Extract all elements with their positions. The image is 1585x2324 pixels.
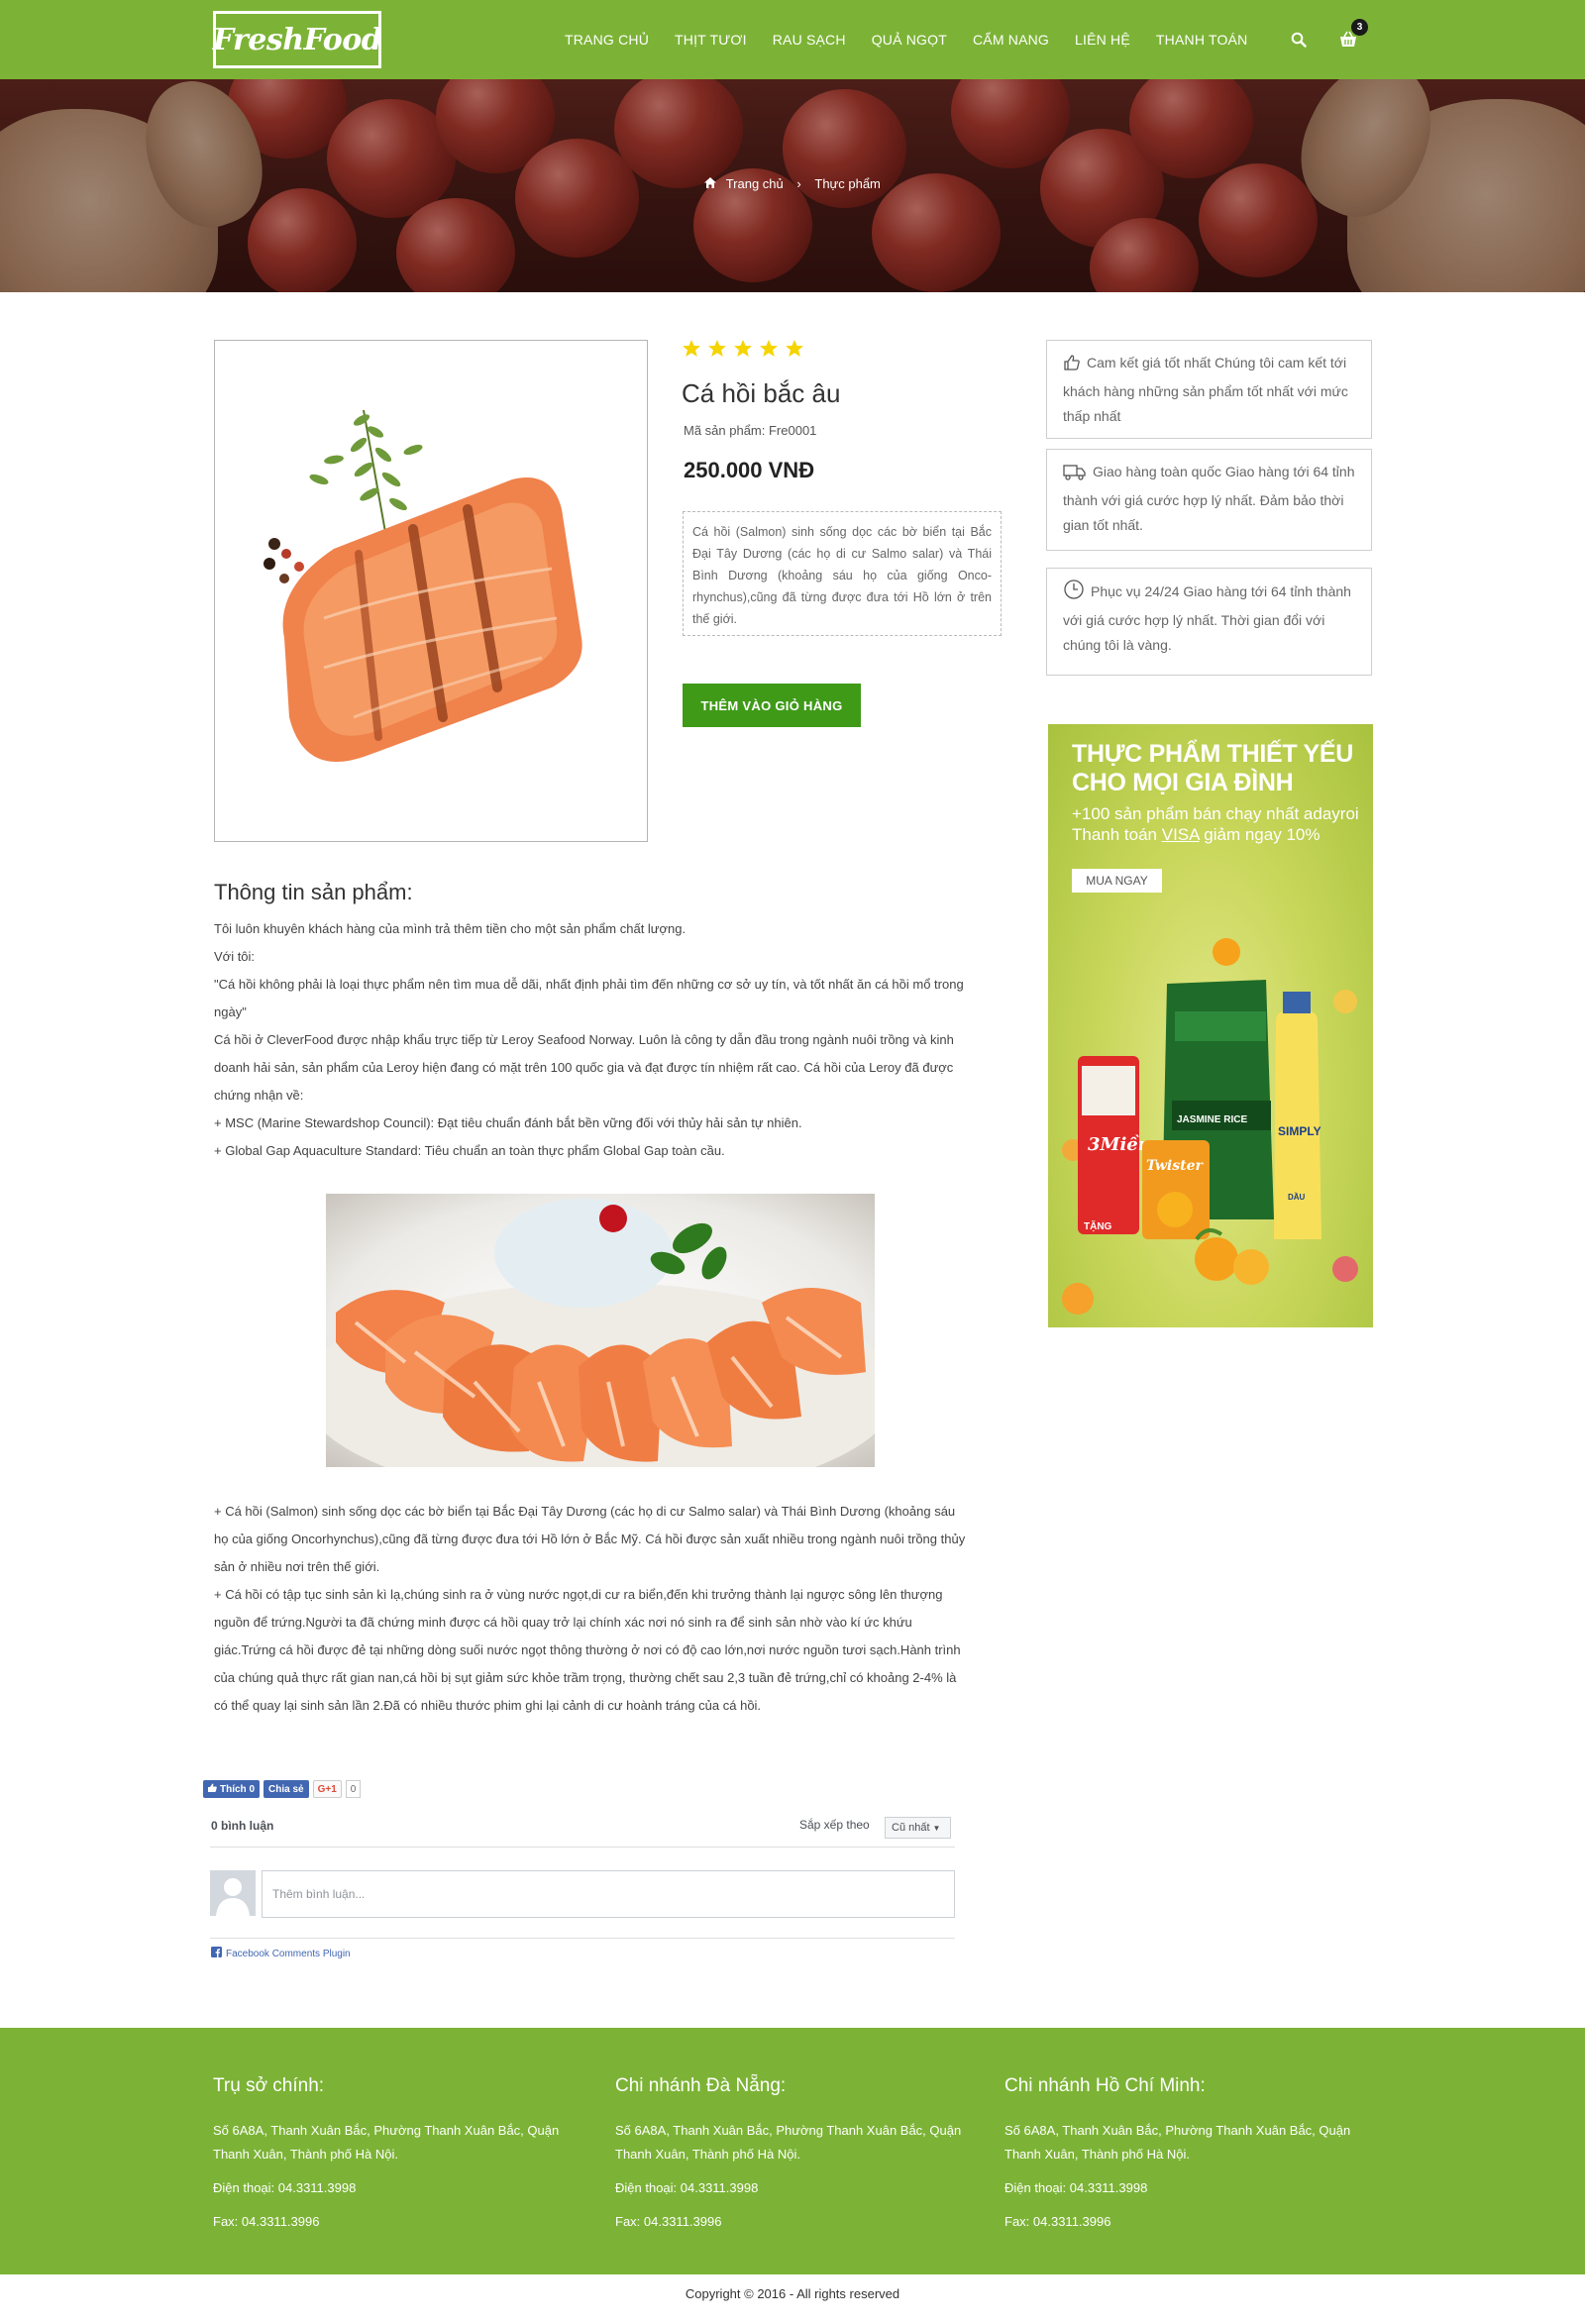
product-title: Cá hồi bắc âu (682, 378, 841, 408)
product-info-text: Tôi luôn khuyên khách hàng của mình trả … (214, 915, 973, 1165)
info-paragraph: Cá hồi ở CleverFood được nhập khẩu trực … (214, 1032, 954, 1103)
avatar (210, 1870, 256, 1916)
footer-column-head-office: Trụ sở chính: Số 6A8A, Thanh Xuân Bắc, P… (213, 2075, 580, 2244)
add-to-cart-button[interactable]: THÊM VÀO GIỎ HÀNG (683, 684, 861, 727)
ad-banner[interactable]: THỰC PHẨM THIẾT YẾU CHO MỌI GIA ĐÌNH +10… (1048, 724, 1373, 1327)
footer-address: Số 6A8A, Thanh Xuân Bắc, Phường Thanh Xu… (1004, 2123, 1351, 2162)
divider (210, 1847, 955, 1848)
info-box-shipping: Giao hàng toàn quốc Giao hàng tới 64 tỉn… (1046, 449, 1372, 551)
star-icon (734, 340, 752, 357)
google-plus-count: 0 (345, 1780, 362, 1798)
footer-column-ho-chi-minh: Chi nhánh Hồ Chí Minh: Số 6A8A, Thanh Xu… (1004, 2075, 1371, 2244)
home-icon (704, 176, 717, 191)
logo[interactable]: FreshFood (213, 11, 382, 68)
nav-item-thit-tuoi[interactable]: THỊT TƯƠI (675, 32, 747, 48)
thumbs-up-icon (1063, 354, 1081, 379)
product-price: 250.000 VNĐ (684, 458, 815, 482)
info-box-best-price: Cam kết giá tốt nhất Chúng tôi cam kết t… (1046, 340, 1372, 439)
footer-column-title: Trụ sở chính: (213, 2075, 325, 2096)
footer-address: Số 6A8A, Thanh Xuân Bắc, Phường Thanh Xu… (213, 2123, 560, 2162)
breadcrumb: Trang chủ › Thực phẩm (0, 175, 1585, 191)
footer-column-title: Chi nhánh Hồ Chí Minh: (1004, 2075, 1206, 2096)
star-icon (683, 340, 700, 357)
nav-item-trang-chu[interactable]: TRANG CHỦ (565, 32, 649, 48)
footer-column-title: Chi nhánh Đà Nẵng: (615, 2075, 787, 2096)
nav-item-thanh-toan[interactable]: THANH TOÁN (1156, 32, 1248, 48)
rating-stars (682, 339, 804, 359)
footer-phone: Điện thoại: 04.3311.3998 (1004, 2180, 1148, 2195)
info-paragraph: Với tôi: (214, 949, 256, 964)
footer-phone: Điện thoại: 04.3311.3998 (213, 2180, 357, 2195)
google-plus-button[interactable]: G+1 (312, 1780, 342, 1798)
nav-item-rau-sach[interactable]: RAU SẠCH (773, 32, 846, 48)
info-paragraph: + Global Gap Aquaculture Standard: Tiêu … (214, 1143, 725, 1158)
footer-address: Số 6A8A, Thanh Xuân Bắc, Phường Thanh Xu… (615, 2123, 962, 2162)
divider (210, 1938, 955, 1939)
star-icon (708, 340, 726, 357)
footer-fax: Fax: 04.3311.3996 (615, 2214, 722, 2229)
product-short-description: Cá hồi (Salmon) sinh sống dọc các bờ biể… (683, 511, 1002, 636)
ad-products-illustration: 3Miền TẶNG JASMINE RICE Twister SIMPLY D… (1062, 938, 1358, 1315)
breadcrumb-home[interactable]: Trang chủ (726, 176, 784, 191)
footer-phone: Điện thoại: 04.3311.3998 (615, 2180, 759, 2195)
truck-icon (1063, 463, 1087, 488)
social-buttons: Thích 0 Chia sẻ G+1 0 (203, 1780, 362, 1798)
svg-text:3Miền: 3Miền (1088, 1133, 1151, 1155)
info-box-text: Phục vụ 24/24 Giao hàng tới 64 tỉnh thàn… (1063, 583, 1351, 653)
svg-text:JASMINE RICE: JASMINE RICE (1177, 1114, 1247, 1125)
page-banner: Trang chủ › Thực phẩm (0, 79, 1585, 292)
search-icon[interactable] (1286, 27, 1312, 53)
svg-text:TẶNG: TẶNG (1084, 1219, 1112, 1232)
site-footer: Trụ sở chính: Số 6A8A, Thanh Xuân Bắc, P… (0, 2028, 1585, 2274)
breadcrumb-separator-icon: › (796, 176, 801, 192)
product-image[interactable] (214, 340, 648, 842)
thumbs-up-icon (208, 1783, 217, 1795)
product-code: Mã sản phẩm: Fre0001 (684, 423, 817, 438)
star-icon (786, 340, 803, 357)
product-info-title: Thông tin sản phẩm: (214, 880, 413, 904)
info-box-support: Phục vụ 24/24 Giao hàng tới 64 tỉnh thàn… (1046, 568, 1372, 676)
facebook-icon (211, 1947, 222, 1960)
info-paragraph: + Cá hồi (Salmon) sinh sống dọc các bờ b… (214, 1504, 966, 1574)
caret-down-icon: ▼ (932, 1823, 941, 1833)
copyright: Copyright © 2016 - All rights reserved (685, 2286, 900, 2301)
svg-text:Twister: Twister (1146, 1158, 1205, 1174)
info-paragraph: + MSC (Marine Stewardshop Council): Đạt … (214, 1115, 802, 1130)
sort-label: Sắp xếp theo (799, 1818, 870, 1832)
main-nav: TRANG CHỦ THỊT TƯƠI RAU SẠCH QUẢ NGỌT CẨ… (565, 0, 1247, 79)
info-paragraph: "Cá hồi không phải là loại thực phẩm nên… (214, 977, 964, 1019)
nav-item-cam-nang[interactable]: CẨM NANG (973, 32, 1049, 48)
info-box-text: Giao hàng toàn quốc Giao hàng tới 64 tỉn… (1063, 464, 1355, 533)
nav-item-qua-ngot[interactable]: QUẢ NGỌT (872, 32, 947, 48)
comment-count: 0 bình luận (211, 1819, 274, 1833)
facebook-plugin-link[interactable]: Facebook Comments Plugin (211, 1947, 351, 1960)
footer-fax: Fax: 04.3311.3996 (1004, 2214, 1111, 2229)
svg-text:SIMPLY: SIMPLY (1278, 1124, 1321, 1138)
salmon-fillet (282, 477, 582, 762)
breadcrumb-current: Thực phẩm (814, 176, 881, 192)
star-icon (760, 340, 778, 357)
svg-text:DẦU: DẦU (1288, 1192, 1306, 1202)
salmon-sashimi-image[interactable] (326, 1194, 875, 1467)
comment-input[interactable]: Thêm bình luận... (262, 1870, 955, 1918)
info-paragraph: Tôi luôn khuyên khách hàng của mình trả … (214, 921, 687, 936)
sort-select[interactable]: Cũ nhất ▼ (885, 1817, 951, 1839)
nav-item-lien-he[interactable]: LIÊN HỆ (1075, 32, 1130, 48)
site-header: FreshFood TRANG CHỦ THỊT TƯƠI RAU SẠCH Q… (0, 0, 1585, 79)
facebook-like-button[interactable]: Thích 0 (203, 1780, 261, 1798)
info-box-text: Cam kết giá tốt nhất Chúng tôi cam kết t… (1063, 355, 1348, 424)
footer-fax: Fax: 04.3311.3996 (213, 2214, 320, 2229)
facebook-share-button[interactable]: Chia sẻ (264, 1780, 309, 1798)
info-paragraph: + Cá hồi có tập tục sinh sản kì lạ,chúng… (214, 1587, 961, 1713)
cart-count-badge: 3 (1351, 19, 1368, 36)
product-info-text-2: + Cá hồi (Salmon) sinh sống dọc các bờ b… (214, 1498, 973, 1720)
clock-icon (1063, 579, 1085, 608)
footer-column-da-nang: Chi nhánh Đà Nẵng: Số 6A8A, Thanh Xuân B… (615, 2075, 982, 2244)
